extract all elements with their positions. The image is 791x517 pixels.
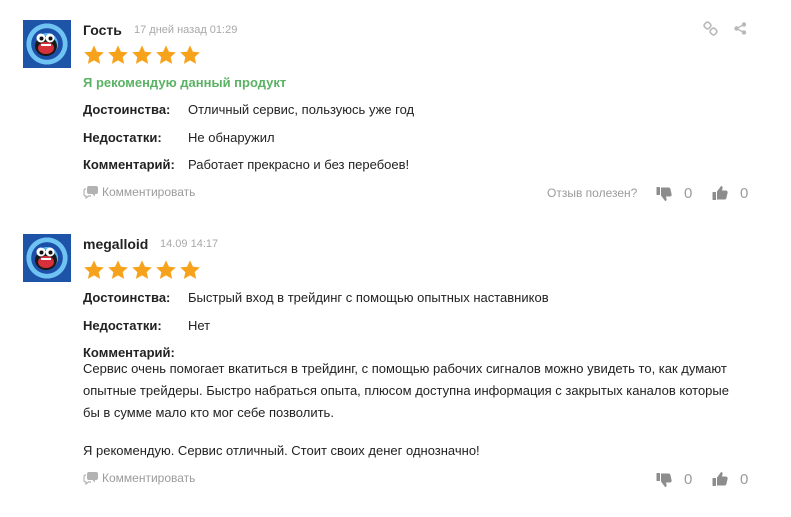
star-icon <box>180 260 200 279</box>
like-count: 0 <box>740 471 749 488</box>
review-card: megalloid 14.09 14:17 Достоинства: Быстр… <box>0 0 791 517</box>
rating-stars <box>83 259 201 281</box>
dislike-count: 0 <box>684 471 693 488</box>
comment-text: Сервис очень помогает вкатиться в трейди… <box>83 358 743 424</box>
comment-line: бы в сумме мало кто мог себе позволить. <box>83 405 334 420</box>
comment-button[interactable]: Комментировать <box>83 471 195 485</box>
star-icon <box>84 260 104 279</box>
comment-button-label: Комментировать <box>102 471 196 485</box>
avatar[interactable] <box>23 234 71 282</box>
cons-value: Нет <box>188 318 211 333</box>
comment-line: опытные трейдеры. Быстро набраться опыта… <box>83 383 729 398</box>
author-name[interactable]: megalloid <box>83 236 148 252</box>
cons-label: Недостатки: <box>83 318 162 333</box>
pros-label: Достоинства: <box>83 290 171 305</box>
comment-line: Я рекомендую. Сервис отличный. Стоит сво… <box>83 443 480 458</box>
star-icon <box>132 260 152 279</box>
star-icon <box>108 260 128 279</box>
review-date: 14.09 14:17 <box>160 238 219 250</box>
comment-bubble-icon <box>83 472 98 485</box>
thumbs-down-icon[interactable] <box>656 472 673 493</box>
star-icon <box>156 260 176 279</box>
pros-value: Быстрый вход в трейдинг с помощью опытны… <box>188 290 549 305</box>
thumbs-up-icon[interactable] <box>712 471 729 492</box>
comment-line: Сервис очень помогает вкатиться в трейди… <box>83 361 727 376</box>
